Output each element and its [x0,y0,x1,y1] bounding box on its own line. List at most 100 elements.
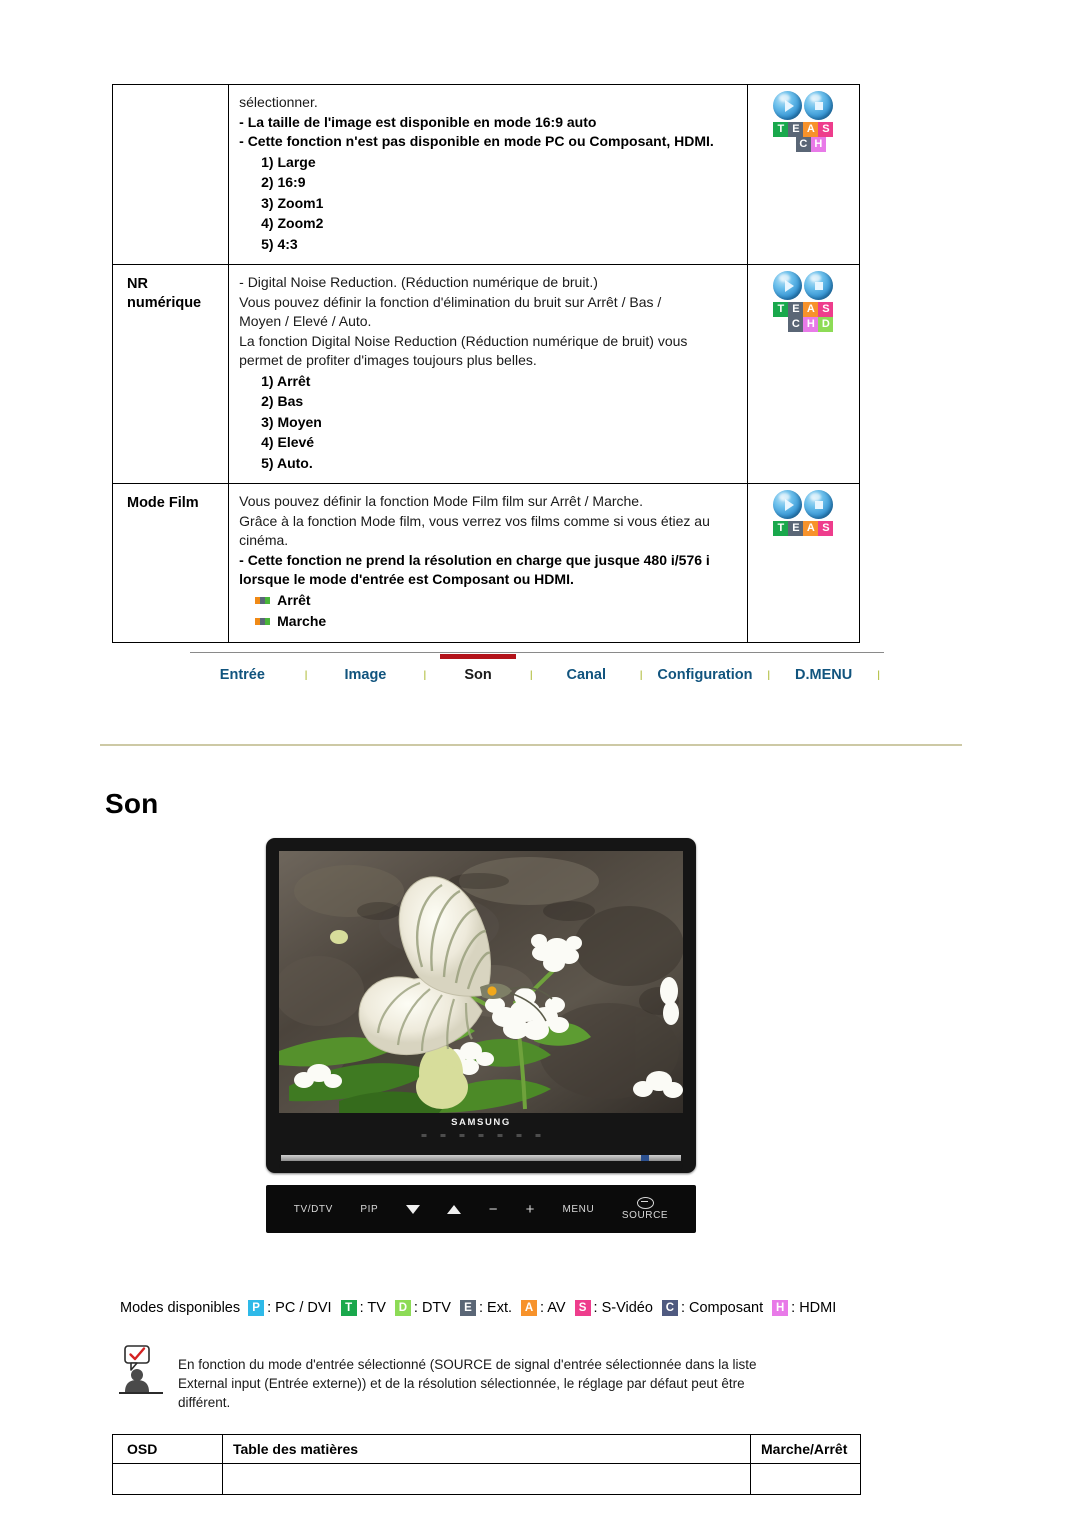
tab-entree[interactable]: Entrée [190,659,295,683]
table-row [112,1463,861,1495]
onoff-column-header: Marche/Arrêt [750,1434,861,1464]
osd-cell [112,1463,223,1495]
tvdtv-button[interactable]: TV/DTV [294,1204,333,1215]
source-button[interactable]: SOURCE [622,1197,668,1221]
badge-t: T [773,122,789,137]
badge-s: S [818,521,834,536]
mode-hdmi-label: : HDMI [791,1300,837,1316]
butterfly-photo [279,851,683,1113]
mode-tv: T : TV [340,1300,386,1316]
power-led [641,1155,649,1161]
modes-label: Modes disponibles [120,1300,241,1316]
osd-table-body: OSD Table des matières Marche/Arrêt [112,1434,861,1495]
description-line: Vous pouvez définir la fonction Mode Fil… [239,493,643,509]
note-text: En fonction du mode d'entrée sélectionné… [178,1345,757,1412]
source-button-label: SOURCE [621,1210,669,1221]
badge-t: T [773,521,789,536]
osd-table: OSD Table des matières Marche/Arrêt [112,1434,861,1495]
play-orb-icon [773,271,803,300]
feature-name-line: numérique [127,295,202,311]
feature-description-cell: - Digital Noise Reduction. (Réduction nu… [228,264,748,484]
badge-t: T [773,302,789,317]
note-line: En fonction du mode d'entrée sélectionné… [178,1357,757,1372]
table-header-row: OSD Table des matières Marche/Arrêt [112,1434,861,1464]
feature-name [113,85,228,95]
nav-separator: l [529,667,533,683]
bullet-label: Marche [277,612,327,629]
orb-group [773,271,834,300]
badge-row: C H [795,137,826,152]
menu-button[interactable]: MENU [562,1204,594,1215]
monitor-control-panel: TV/DTV PIP − + MENU SOURCE [266,1185,696,1233]
spec-table-body: sélectionner. - La taille de l'image est… [111,84,861,643]
available-modes-legend: Modes disponibles P : PC / DVI T : TV D … [120,1300,845,1316]
nav-separator: l [877,667,881,683]
minus-button[interactable]: − [489,1201,498,1218]
up-arrow-icon[interactable] [447,1205,461,1214]
tricolor-bullet-icon [255,596,271,604]
tab-configuration[interactable]: Configuration [653,659,758,683]
tab-image[interactable]: Image [317,659,413,683]
badge-d: D [818,317,834,332]
monitor-screen [279,851,683,1113]
section-nav: Entrée l Image l Son l Canal l Configura… [190,652,890,689]
option-item: 4) Zoom2 [261,215,324,231]
description-line: sélectionner. [239,94,318,110]
tab-son[interactable]: Son [436,654,520,683]
tab-dmenu[interactable]: D.MENU [780,659,867,683]
stop-orb-icon [804,91,834,120]
feature-name-cell: NR numérique [111,264,230,484]
feature-name-cell: Mode Film [111,483,230,643]
monitor-brand-logo: SAMSUNG [451,1117,511,1128]
mode-icon-cluster: T E A S C H [748,85,859,152]
mode-svideo-label: : S-Vidéo [593,1300,653,1316]
down-arrow-icon[interactable] [406,1205,420,1214]
description-line: - Cette fonction ne prend la résolution … [239,551,710,568]
badge-s: S [818,122,834,137]
mode-svideo: S : S-Vidéo [574,1300,653,1316]
feature-spec-table: sélectionner. - La taille de l'image est… [111,84,861,643]
description-line: Vous pouvez définir la fonction d'élimin… [239,293,662,310]
nav-tabs: Entrée l Image l Son l Canal l Configura… [190,653,890,689]
mode-dtv: D : DTV [394,1300,451,1316]
pip-button[interactable]: PIP [360,1204,378,1215]
play-orb-icon [773,91,803,120]
note-line: différent. [178,1395,231,1410]
nav-separator: l [767,667,771,683]
option-item: 2) Bas [261,393,304,409]
badge-s: S [818,302,834,317]
feature-name: NR numérique [113,265,228,313]
orb-group [773,91,834,120]
mode-ext: E : Ext. [459,1300,513,1316]
mode-pc-dvi: P : PC / DVI [248,1300,332,1316]
badge-d: D [394,1300,411,1316]
stop-orb-icon [804,490,834,519]
table-row: NR numérique - Digital Noise Reduction. … [111,264,861,484]
option-item: 1) Arrêt [261,372,311,389]
description-line: - La taille de l'image est disponible en… [239,113,597,130]
feature-description-cell: sélectionner. - La taille de l'image est… [228,84,748,265]
badge-s: S [574,1300,591,1316]
play-orb-icon [773,490,803,519]
badge-a: A [803,122,819,137]
description-line: - Digital Noise Reduction. (Réduction nu… [239,274,598,290]
page-divider [100,744,962,746]
badge-a: A [521,1300,538,1316]
mode-icons-cell: T E A S C H [746,84,861,265]
badge-e: E [459,1300,476,1316]
mode-ext-label: : Ext. [478,1300,513,1316]
mode-icons-cell: T E A S [746,483,861,643]
mode-icon-cluster: T E A S [748,484,859,536]
option-item: 3) Moyen [261,413,322,430]
badge-row: C H D [788,317,834,332]
note-block: En fonction du mode d'entrée sélectionné… [118,1345,860,1412]
badge-t: T [340,1300,357,1316]
badge-h: H [772,1300,789,1316]
option-item: 3) Zoom1 [261,194,324,211]
tab-canal[interactable]: Canal [543,659,630,683]
description-line: cinéma. [239,532,289,548]
mode-tv-label: : TV [359,1300,386,1316]
badge-a: A [803,302,819,317]
plus-button[interactable]: + [526,1201,535,1218]
badge-rows: T E A S C H D [773,302,834,332]
